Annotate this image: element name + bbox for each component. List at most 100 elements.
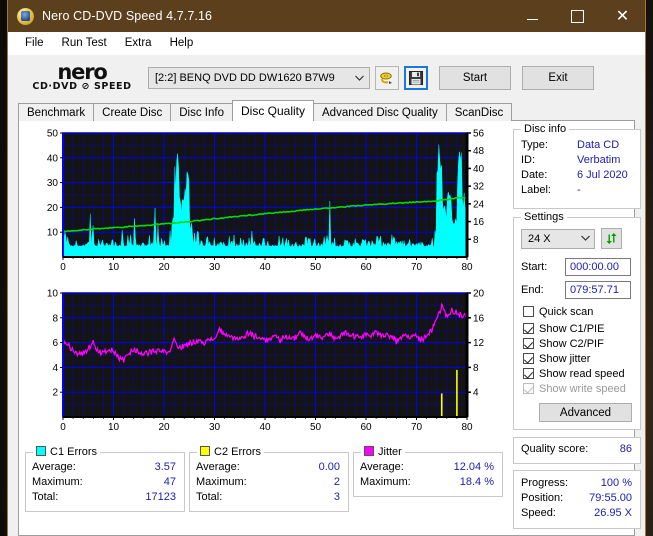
exit-button[interactable]: Exit — [522, 65, 594, 90]
tab-disc-quality[interactable]: Disc Quality — [232, 100, 315, 121]
checkbox-box — [523, 368, 534, 379]
advanced-button[interactable]: Advanced — [539, 403, 632, 422]
tab-disc-info[interactable]: Disc Info — [170, 103, 233, 121]
c1-average-row: Average: 3.57 — [32, 460, 176, 475]
c2-maximum-label: Maximum: — [196, 476, 247, 488]
c2-errors-stats-title: C2 Errors — [197, 446, 265, 458]
position-row: Position: 79:55.00 — [521, 491, 632, 506]
drive-select[interactable]: [2:2] BENQ DVD DD DW1620 B7W9 — [148, 66, 370, 89]
svg-text:20: 20 — [47, 203, 59, 214]
disc-info-label-label: Label: — [521, 184, 551, 196]
svg-text:60: 60 — [360, 422, 372, 433]
checkbox-show-write-speed: Show write speed — [523, 381, 635, 396]
svg-text:2: 2 — [52, 388, 58, 399]
start-time-field[interactable]: 000:00.00 — [565, 258, 631, 276]
checkbox-show-read-speed[interactable]: Show read speed — [523, 366, 635, 381]
checkbox-box — [523, 338, 534, 349]
checkbox-quick-scan[interactable]: Quick scan — [523, 304, 635, 319]
jitter-stats-group: Jitter Average: 12.04 % Maximum: 18.4 % — [353, 446, 503, 497]
jitter-average-value: 12.04 % — [453, 461, 494, 473]
progress-label: Progress: — [521, 477, 569, 489]
svg-text:6: 6 — [52, 338, 58, 349]
window-title: Nero CD-DVD Speed 4.7.7.16 — [42, 9, 213, 23]
checkbox-label: Show C2/PIF — [539, 337, 604, 350]
c1-maximum-label: Maximum: — [32, 476, 83, 488]
c2-color-swatch — [200, 446, 210, 456]
checkbox-label: Show read speed — [539, 367, 625, 380]
close-icon: ✕ — [615, 6, 630, 25]
speed-value: 26.95 X — [594, 507, 632, 519]
svg-text:30: 30 — [209, 422, 221, 433]
position-label: Position: — [521, 492, 564, 504]
svg-text:30: 30 — [209, 262, 221, 273]
position-value: 79:55.00 — [589, 492, 632, 504]
svg-text:20: 20 — [158, 422, 170, 433]
c2-average-value: 0.00 — [318, 461, 340, 473]
svg-text:50: 50 — [47, 129, 59, 140]
c1-total-value: 17123 — [145, 491, 176, 503]
svg-text:40: 40 — [47, 153, 59, 164]
status-group: Progress: 100 % Position: 79:55.00 Speed… — [513, 470, 641, 529]
eject-disc-button[interactable] — [375, 65, 399, 90]
svg-text:10: 10 — [47, 289, 59, 300]
svg-text:70: 70 — [411, 262, 423, 273]
svg-text:8: 8 — [473, 235, 479, 246]
jitter-maximum-label: Maximum: — [360, 476, 411, 488]
quality-score-group: Quality score: 86 — [513, 437, 641, 464]
jitter-average-label: Average: — [360, 461, 404, 473]
c2-average-row: Average: 0.00 — [196, 460, 340, 475]
disc-info-group: Disc info Type: Data CD ID: Verbatim Dat… — [513, 123, 641, 209]
jitter-c2-chart: 2 4 6 8 10 4 8 12 16 20 0 10 20 30 40 50 60 70 80 — [19, 287, 505, 447]
tab-benchmark[interactable]: Benchmark — [18, 103, 95, 121]
svg-text:30: 30 — [47, 178, 59, 189]
tab-advanced-disc-quality[interactable]: Advanced Disc Quality — [313, 103, 447, 121]
menu-run-test[interactable]: Run Test — [53, 34, 116, 52]
svg-text:0: 0 — [60, 262, 66, 273]
menu-file[interactable]: File — [16, 34, 53, 52]
checkbox-show-c2-pif[interactable]: Show C2/PIF — [523, 336, 635, 351]
checkbox-box — [523, 306, 534, 317]
disc-info-label-row: Label: - — [521, 183, 640, 198]
refresh-button[interactable] — [601, 228, 622, 249]
nero-logo: nero CD·DVD ⊘ SPEED — [22, 62, 142, 92]
c1-errors-stats-title: C1 Errors — [33, 446, 101, 458]
settings-group: Settings 24 X Start: 000:00.00 End: 079:… — [513, 211, 641, 430]
jitter-maximum-row: Maximum: 18.4 % — [360, 475, 494, 490]
svg-text:20: 20 — [473, 289, 485, 300]
disc-info-type-value: Data CD — [577, 139, 620, 151]
svg-text:4: 4 — [473, 388, 479, 399]
svg-text:32: 32 — [473, 182, 485, 193]
end-time-field[interactable]: 079:57.71 — [565, 281, 631, 299]
menu-extra[interactable]: Extra — [116, 34, 161, 52]
checkbox-show-c1-pie[interactable]: Show C1/PIE — [523, 321, 635, 336]
tab-scandisc[interactable]: ScanDisc — [445, 103, 513, 121]
c2-total-value: 3 — [333, 491, 340, 503]
maximize-button[interactable] — [555, 0, 600, 32]
c1-average-value: 3.57 — [154, 461, 176, 473]
menu-help[interactable]: Help — [161, 34, 203, 52]
save-button[interactable] — [404, 65, 428, 90]
svg-text:24: 24 — [473, 199, 485, 210]
speed-row: Speed: 26.95 X — [521, 506, 632, 521]
c1-errors-chart-svg: 10 20 30 40 50 8 16 24 32 40 48 56 0 10 20 30 40 50 60 70 80 — [47, 129, 485, 274]
tab-bar: Benchmark Create Disc Disc Info Disc Qua… — [8, 100, 645, 121]
minimize-button[interactable] — [510, 0, 555, 32]
start-button[interactable]: Start — [439, 65, 511, 90]
svg-text:0: 0 — [60, 422, 66, 433]
application-window: Nero CD-DVD Speed 4.7.7.16 ✕ File Run Te… — [8, 0, 645, 536]
c1-errors-chart: 10 20 30 40 50 8 16 24 32 40 48 56 0 10 20 30 40 50 60 70 80 — [19, 127, 505, 287]
tab-create-disc[interactable]: Create Disc — [93, 103, 172, 121]
checkbox-label: Quick scan — [539, 305, 594, 318]
close-button[interactable]: ✕ — [600, 0, 645, 32]
svg-text:40: 40 — [259, 422, 271, 433]
chevron-down-icon — [351, 73, 367, 83]
disc-info-date-value: 6 Jul 2020 — [577, 169, 628, 181]
svg-text:56: 56 — [473, 129, 485, 140]
checkbox-box — [523, 323, 534, 334]
logo-line-2: CD·DVD ⊘ SPEED — [32, 81, 132, 92]
speed-select[interactable]: 24 X — [521, 228, 595, 249]
jitter-color-swatch — [364, 446, 374, 456]
checkbox-show-jitter[interactable]: Show jitter — [523, 351, 635, 366]
svg-text:8: 8 — [52, 313, 58, 324]
c1-errors-stats-group: C1 Errors Average: 3.57 Maximum: 47 Tota… — [25, 446, 185, 512]
